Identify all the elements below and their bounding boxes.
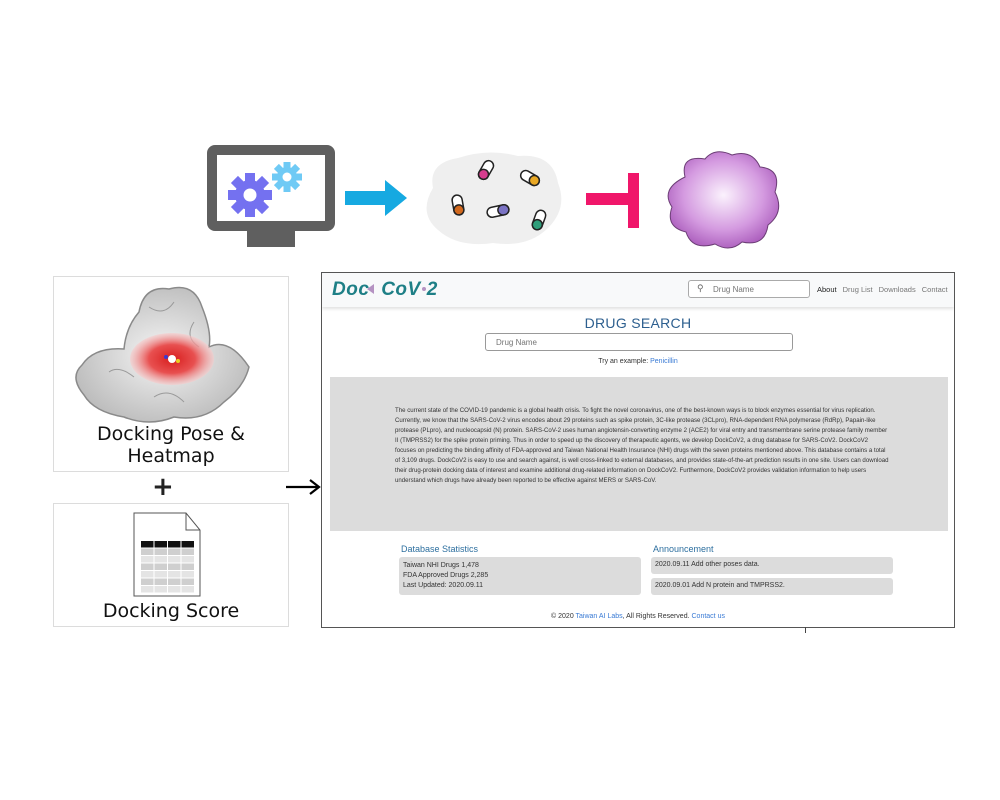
nav-links: About Drug List Downloads Contact xyxy=(817,285,948,294)
sheet-cell xyxy=(181,548,194,555)
try-example: Try an example: Penicillin xyxy=(322,358,954,365)
sheet-cell xyxy=(181,563,194,570)
drug-search-input[interactable] xyxy=(496,337,776,348)
footer-contact-link[interactable]: Contact us xyxy=(692,613,725,620)
sheet-cell xyxy=(168,563,181,570)
sheet-cell xyxy=(168,556,181,563)
announcement-item: 2020.09.01 Add N protein and TMPRSS2. xyxy=(651,578,893,595)
try-example-label: Try an example: xyxy=(598,358,651,365)
footer-rights: , All Rights Reserved. xyxy=(622,613,692,620)
sheet-cell xyxy=(154,563,167,570)
sheet-cell xyxy=(181,571,194,578)
logo-dot-icon xyxy=(421,287,426,291)
drug-capsules-cloud-icon xyxy=(426,152,562,245)
logo-k-triangle-icon xyxy=(367,284,375,294)
database-statistics-card: Taiwan NHI Drugs 1,478 FDA Approved Drug… xyxy=(399,557,641,595)
main-search-box[interactable] xyxy=(485,333,793,351)
stat-nhi-drugs: Taiwan NHI Drugs 1,478 xyxy=(403,562,479,569)
sheet-header-cell xyxy=(141,541,154,548)
database-statistics-title: Database Statistics xyxy=(401,544,479,554)
nav-link-about[interactable]: About xyxy=(817,285,837,294)
spreadsheet-document-icon xyxy=(133,512,201,597)
sheet-cell xyxy=(168,548,181,555)
sheet-cell xyxy=(141,563,154,570)
announcement-title: Announcement xyxy=(653,544,714,554)
score-caption: Docking Score xyxy=(102,600,240,622)
sheet-header-cell xyxy=(168,541,181,548)
sheet-header-cell xyxy=(181,541,194,548)
sheet-cell xyxy=(141,586,154,593)
stray-tick-mark xyxy=(805,627,806,633)
navbar: Doc CoV2 ⚲ About Drug List Downloads Con… xyxy=(322,273,954,307)
sheet-cell xyxy=(141,578,154,585)
about-section: The current state of the COVID-19 pandem… xyxy=(330,377,948,531)
logo[interactable]: Doc CoV 2 xyxy=(332,279,438,301)
sheet-cell xyxy=(141,556,154,563)
sheet-cell xyxy=(181,578,194,585)
sheet-cell xyxy=(181,586,194,593)
plus-sign: + xyxy=(152,472,174,502)
virus-blob-icon xyxy=(667,151,780,249)
docking-pose-panel: Docking Pose & Heatmap xyxy=(53,276,289,472)
nav-search-box[interactable]: ⚲ xyxy=(688,280,810,298)
inhibition-t-bar-icon xyxy=(586,173,639,228)
gear-small-icon xyxy=(272,162,302,192)
gear-large-icon xyxy=(228,173,272,217)
sheet-cell xyxy=(154,586,167,593)
logo-part-cov: CoV xyxy=(381,279,421,300)
footer-copyright: © 2020 xyxy=(551,613,576,620)
sheet-header-cell xyxy=(154,541,167,548)
footer-org-link[interactable]: Taiwan AI Labs xyxy=(576,613,623,620)
sheet-cell xyxy=(168,586,181,593)
sheet-cell xyxy=(154,571,167,578)
search-icon: ⚲ xyxy=(697,283,704,293)
protein-heatmap-icon xyxy=(75,286,250,423)
footer: © 2020 Taiwan AI Labs, All Rights Reserv… xyxy=(322,613,954,620)
sheet-cell xyxy=(154,548,167,555)
stat-last-updated: Last Updated: 2020.09.11 xyxy=(403,582,484,589)
sheet-cell xyxy=(168,571,181,578)
sheet-cell xyxy=(154,556,167,563)
nav-link-drug-list[interactable]: Drug List xyxy=(843,285,873,294)
stat-fda-drugs: FDA Approved Drugs 2,285 xyxy=(403,572,489,579)
computer-with-gears-icon xyxy=(207,145,335,247)
right-arrow-icon xyxy=(286,479,321,495)
logo-part-2: 2 xyxy=(426,279,438,300)
sheet-cell xyxy=(141,571,154,578)
sheet-cell xyxy=(141,548,154,555)
nav-link-contact[interactable]: Contact xyxy=(922,285,948,294)
announcement-item: 2020.09.11 Add other poses data. xyxy=(651,557,893,574)
drug-search-title: DRUG SEARCH xyxy=(584,315,692,331)
example-link-penicillin[interactable]: Penicillin xyxy=(650,358,678,365)
sheet-cell xyxy=(154,578,167,585)
docking-score-panel: Docking Score xyxy=(53,503,289,627)
nav-link-downloads[interactable]: Downloads xyxy=(879,285,916,294)
pose-caption: Docking Pose & Heatmap xyxy=(97,423,245,467)
dockcov2-website: Doc CoV2 ⚲ About Drug List Downloads Con… xyxy=(321,272,955,628)
nav-search-input[interactable] xyxy=(713,283,805,295)
blue-arrow-icon xyxy=(345,180,407,216)
sheet-cell xyxy=(168,578,181,585)
about-text: The current state of the COVID-19 pandem… xyxy=(395,407,889,484)
logo-part-doc: Doc xyxy=(332,279,370,300)
sheet-cell xyxy=(181,556,194,563)
